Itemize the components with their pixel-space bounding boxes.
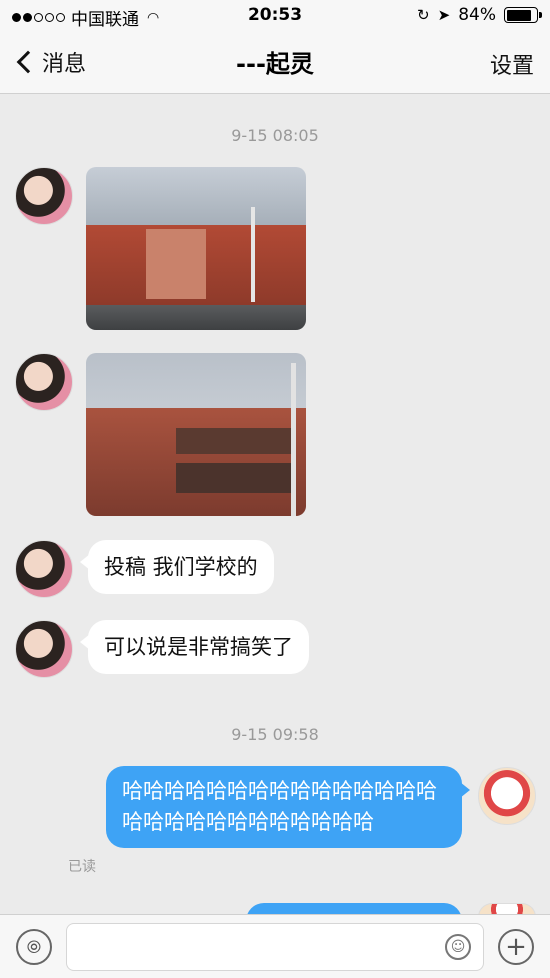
message-timestamp: 9-15 09:58 (231, 725, 319, 744)
self-avatar[interactable] (478, 767, 536, 825)
status-bar: 中国联通 ◠ 20:53 ↻ ➤ 84% (0, 0, 550, 32)
nav-bar: 消息 ---起灵 设置 (0, 32, 550, 94)
message-timestamp: 9-15 08:05 (231, 126, 319, 145)
message-input[interactable]: ☺ (66, 923, 484, 971)
incoming-message[interactable]: 投稿 我们学校的 (80, 540, 274, 594)
contact-avatar[interactable] (15, 540, 73, 598)
contact-avatar[interactable] (15, 167, 73, 225)
orientation-lock-icon: ↻ (417, 6, 430, 24)
photo-message[interactable] (86, 353, 306, 516)
location-arrow-icon: ➤ (437, 6, 451, 24)
input-bar: ⦾ ☺ + (0, 914, 550, 978)
voice-icon[interactable]: ⦾ (16, 929, 52, 965)
chat-title: ---起灵 (236, 50, 314, 78)
read-status: 已读 (68, 859, 96, 875)
outgoing-message[interactable]: 哈哈哈哈哈哈哈哈哈哈哈哈哈哈哈哈哈哈哈哈哈哈哈哈哈哈哈 (106, 766, 470, 848)
photo-message[interactable] (86, 167, 306, 330)
incoming-message[interactable]: 可以说是非常搞笑了 (80, 620, 309, 674)
battery-icon (504, 7, 542, 23)
plus-icon[interactable]: + (498, 929, 534, 965)
status-right: ↻ ➤ 84% (417, 5, 542, 25)
settings-button[interactable]: 设置 (490, 48, 534, 80)
contact-avatar[interactable] (15, 620, 73, 678)
battery-percent: 84% (458, 5, 496, 25)
contact-avatar[interactable] (15, 353, 73, 411)
emoji-icon[interactable]: ☺ (445, 934, 471, 960)
